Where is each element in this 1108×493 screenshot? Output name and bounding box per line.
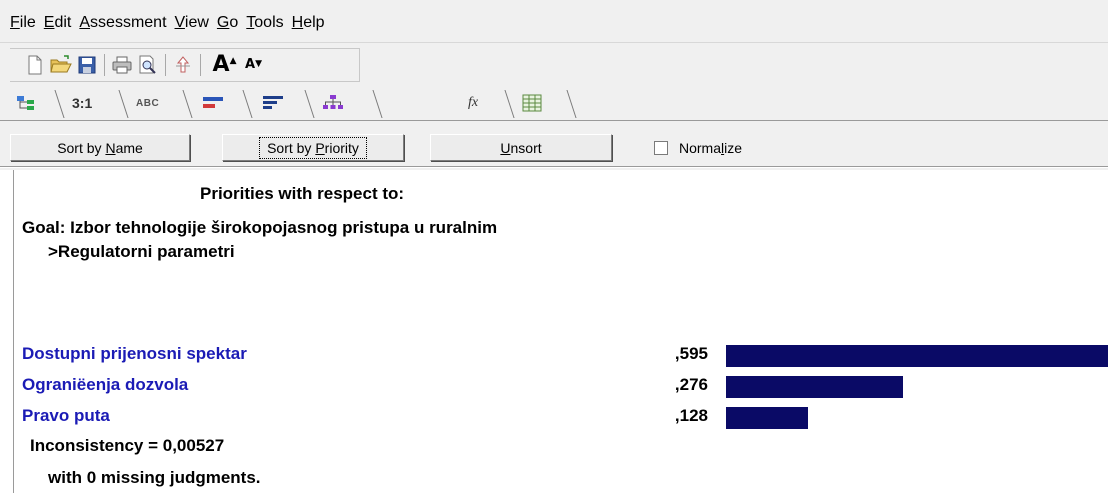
tab-graphical[interactable]: [196, 88, 253, 118]
priority-item-name: Pravo puta: [22, 406, 110, 425]
hierarchy-icon: [323, 95, 343, 109]
tab-tree-view[interactable]: [10, 88, 65, 118]
spreadsheet-icon: [522, 94, 542, 112]
menu-tools[interactable]: Tools: [246, 14, 283, 36]
sort-by-priority-button[interactable]: Sort by Priority: [222, 134, 404, 161]
print-icon[interactable]: [111, 54, 133, 76]
menu-bar: File Edit Assessment View Go Tools Help: [10, 14, 333, 36]
tab-priorities[interactable]: [256, 88, 315, 118]
priority-row[interactable]: Ograniëenja dozvola ,276: [0, 375, 1108, 401]
tab-verbal[interactable]: ABC: [130, 88, 193, 118]
toolbar-separator: [165, 54, 166, 76]
toolbar-separator: [200, 54, 201, 76]
menu-help[interactable]: Help: [292, 14, 325, 36]
normalize-label: Normalize: [679, 140, 743, 156]
priority-row[interactable]: Dostupni prijenosni spektar ,595: [0, 344, 1108, 370]
menu-separator: [0, 42, 1108, 43]
criterion-path: >Regulatorni parametri: [48, 242, 235, 261]
panel-left-border: [13, 170, 14, 493]
menu-view[interactable]: View: [175, 14, 209, 36]
priority-bar: [726, 407, 808, 429]
missing-judgments-text: with 0 missing judgments.: [48, 468, 261, 487]
main-toolbar: A ▲ A ▼: [10, 48, 360, 82]
priority-item-value: ,276: [674, 375, 708, 394]
decrease-font-icon[interactable]: A ▼: [239, 54, 262, 76]
sort-bar-border: [0, 166, 1108, 168]
open-folder-icon[interactable]: [50, 54, 72, 76]
priority-bar: [726, 345, 1108, 367]
priorities-panel: Priorities with respect to: Goal: Izbor …: [0, 170, 1108, 493]
priority-item-name: Ograniëenja dozvola: [22, 375, 189, 394]
tab-spreadsheet[interactable]: [516, 88, 577, 118]
priorities-heading: Priorities with respect to:: [200, 184, 405, 203]
unsort-button[interactable]: Unsort: [430, 134, 612, 161]
save-disk-icon[interactable]: [76, 54, 98, 76]
goal-text: Goal: Izbor tehnologije širokopojasnog p…: [22, 218, 498, 237]
tree-view-icon: [17, 96, 34, 110]
priority-item-value: ,595: [674, 344, 708, 363]
print-preview-icon[interactable]: [137, 54, 159, 76]
menu-edit[interactable]: Edit: [44, 14, 72, 36]
tab-pairwise-numerical[interactable]: 3:1: [66, 88, 129, 118]
bar-graph-icon: [203, 97, 223, 108]
priority-bars-icon: [263, 96, 283, 109]
tab-hierarchy[interactable]: [316, 88, 383, 118]
menu-go[interactable]: Go: [217, 14, 238, 36]
sort-by-name-button[interactable]: Sort by Name: [10, 134, 190, 161]
increase-font-icon[interactable]: A ▲: [207, 54, 236, 76]
move-up-icon[interactable]: [172, 54, 194, 76]
normalize-checkbox[interactable]: Normalize: [654, 140, 742, 156]
priority-item-name: Dostupni prijenosni spektar: [22, 344, 247, 363]
inconsistency-text: Inconsistency = 0,00527: [30, 436, 225, 455]
tab-strip-border: [0, 120, 1108, 121]
sort-bar: Sort by Name Sort by Priority Unsort Nor…: [0, 130, 1108, 164]
priority-row[interactable]: Pravo puta ,128: [0, 406, 1108, 432]
normalize-checkbox-box[interactable]: [654, 141, 668, 155]
toolbar-separator: [104, 54, 105, 76]
priority-item-value: ,128: [674, 406, 708, 425]
tab-formula[interactable]: fx: [462, 88, 515, 118]
view-tab-strip: 3:1 ABC fx: [10, 88, 1108, 118]
app-chrome: File Edit Assessment View Go Tools Help: [0, 0, 1108, 170]
new-document-icon[interactable]: [24, 54, 46, 76]
priority-bar: [726, 376, 903, 398]
menu-assessment[interactable]: Assessment: [79, 14, 166, 36]
menu-file[interactable]: File: [10, 14, 36, 36]
